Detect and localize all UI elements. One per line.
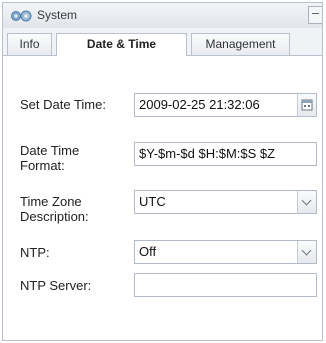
ntp-server-label: NTP Server: bbox=[20, 278, 92, 293]
tab-date-time[interactable]: Date & Time bbox=[56, 33, 187, 56]
collapse-button[interactable]: − bbox=[308, 6, 322, 24]
time-zone-select[interactable]: UTC bbox=[134, 190, 317, 214]
time-zone-value: UTC bbox=[139, 194, 166, 209]
time-zone-dropdown-button[interactable] bbox=[297, 191, 316, 213]
system-panel: System − Info Date & Time Management Set… bbox=[2, 2, 323, 341]
date-time-format-input[interactable]: $Y-$m-$d $H:$M:$S $Z bbox=[134, 142, 317, 166]
set-date-time-label: Set Date Time: bbox=[20, 97, 106, 112]
ntp-value: Off bbox=[139, 244, 157, 259]
tab-info[interactable]: Info bbox=[7, 33, 52, 55]
ntp-dropdown-button[interactable] bbox=[297, 241, 316, 263]
chevron-down-icon bbox=[301, 245, 312, 256]
set-date-time-field[interactable]: 2009-02-25 21:32:06 bbox=[134, 93, 317, 117]
ntp-select[interactable]: Off bbox=[134, 240, 317, 264]
set-date-time-value: 2009-02-25 21:32:06 bbox=[139, 97, 260, 112]
time-zone-label: Time Zone Description: bbox=[20, 194, 89, 224]
system-icon bbox=[11, 10, 32, 22]
date-time-format-label: Date Time Format: bbox=[20, 143, 80, 173]
chevron-down-icon bbox=[301, 195, 312, 206]
calendar-button[interactable] bbox=[297, 94, 316, 116]
title-bar: System − bbox=[3, 3, 322, 29]
tab-management[interactable]: Management bbox=[191, 33, 290, 55]
ntp-label: NTP: bbox=[20, 245, 50, 260]
ntp-server-input[interactable] bbox=[134, 273, 317, 297]
calendar-icon bbox=[301, 99, 313, 111]
window-title: System bbox=[37, 8, 78, 22]
tab-strip: Info Date & Time Management bbox=[3, 28, 322, 56]
